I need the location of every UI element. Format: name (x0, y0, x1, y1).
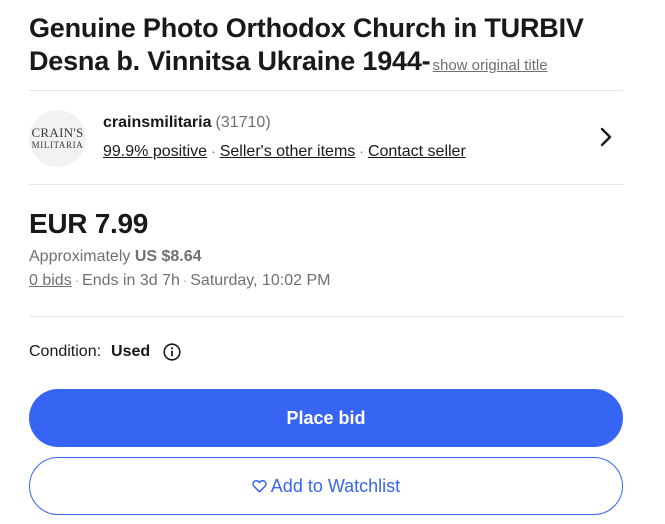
divider (29, 184, 623, 185)
condition-value: Used (111, 343, 151, 360)
end-time: Saturday, 10:02 PM (190, 272, 331, 289)
chevron-right-icon[interactable] (599, 126, 613, 148)
approx-value: US $8.64 (134, 248, 202, 265)
bid-info: 0 bids · Ends in 3d 7h · Saturday, 10:02 PM (29, 272, 330, 290)
seller-name-row: crainsmilitaria (31710) (103, 114, 271, 132)
seller-other-items-link[interactable]: Seller's other items (220, 143, 356, 160)
seller-logo-line2: MILITARIA (31, 140, 84, 150)
divider (29, 316, 623, 317)
condition-row: Condition: Used (29, 343, 181, 361)
bids-link[interactable]: 0 bids (29, 272, 72, 289)
separator-dot: · (359, 143, 364, 159)
seller-logo-line1: CRAIN'S (31, 125, 84, 140)
contact-seller-link[interactable]: Contact seller (368, 143, 466, 160)
heart-outline-icon (252, 479, 267, 493)
approximate-price: Approximately US $8.64 (29, 248, 202, 266)
listing-title: Genuine Photo Orthodox Church in TURBIV … (29, 12, 629, 82)
condition-label: Condition: (29, 343, 102, 360)
add-to-watchlist-button[interactable]: Add to Watchlist (29, 457, 623, 515)
seller-avatar: CRAIN'S MILITARIA (29, 110, 86, 167)
separator-dot: · (182, 273, 188, 288)
seller-positive-link[interactable]: 99.9% positive (103, 143, 207, 160)
price: EUR 7.99 (29, 208, 148, 239)
seller-links: 99.9% positive · Seller's other items · Cont… (103, 143, 466, 161)
seller-card[interactable]: CRAIN'S MILITARIA crainsmilitaria (31710)… (29, 98, 623, 178)
info-icon[interactable] (163, 343, 181, 361)
separator-dot: · (211, 143, 216, 159)
separator-dot: · (74, 273, 80, 288)
ends-in: Ends in 3d 7h (82, 272, 180, 289)
seller-name[interactable]: crainsmilitaria (103, 114, 212, 131)
place-bid-button[interactable]: Place bid (29, 389, 623, 447)
add-to-watchlist-label: Add to Watchlist (270, 475, 401, 496)
approx-prefix: Approximately (29, 248, 135, 265)
show-original-title-link[interactable]: show original title (432, 57, 547, 74)
seller-feedback-count: (31710) (215, 114, 271, 131)
place-bid-label: Place bid (286, 407, 366, 428)
divider (29, 90, 623, 91)
